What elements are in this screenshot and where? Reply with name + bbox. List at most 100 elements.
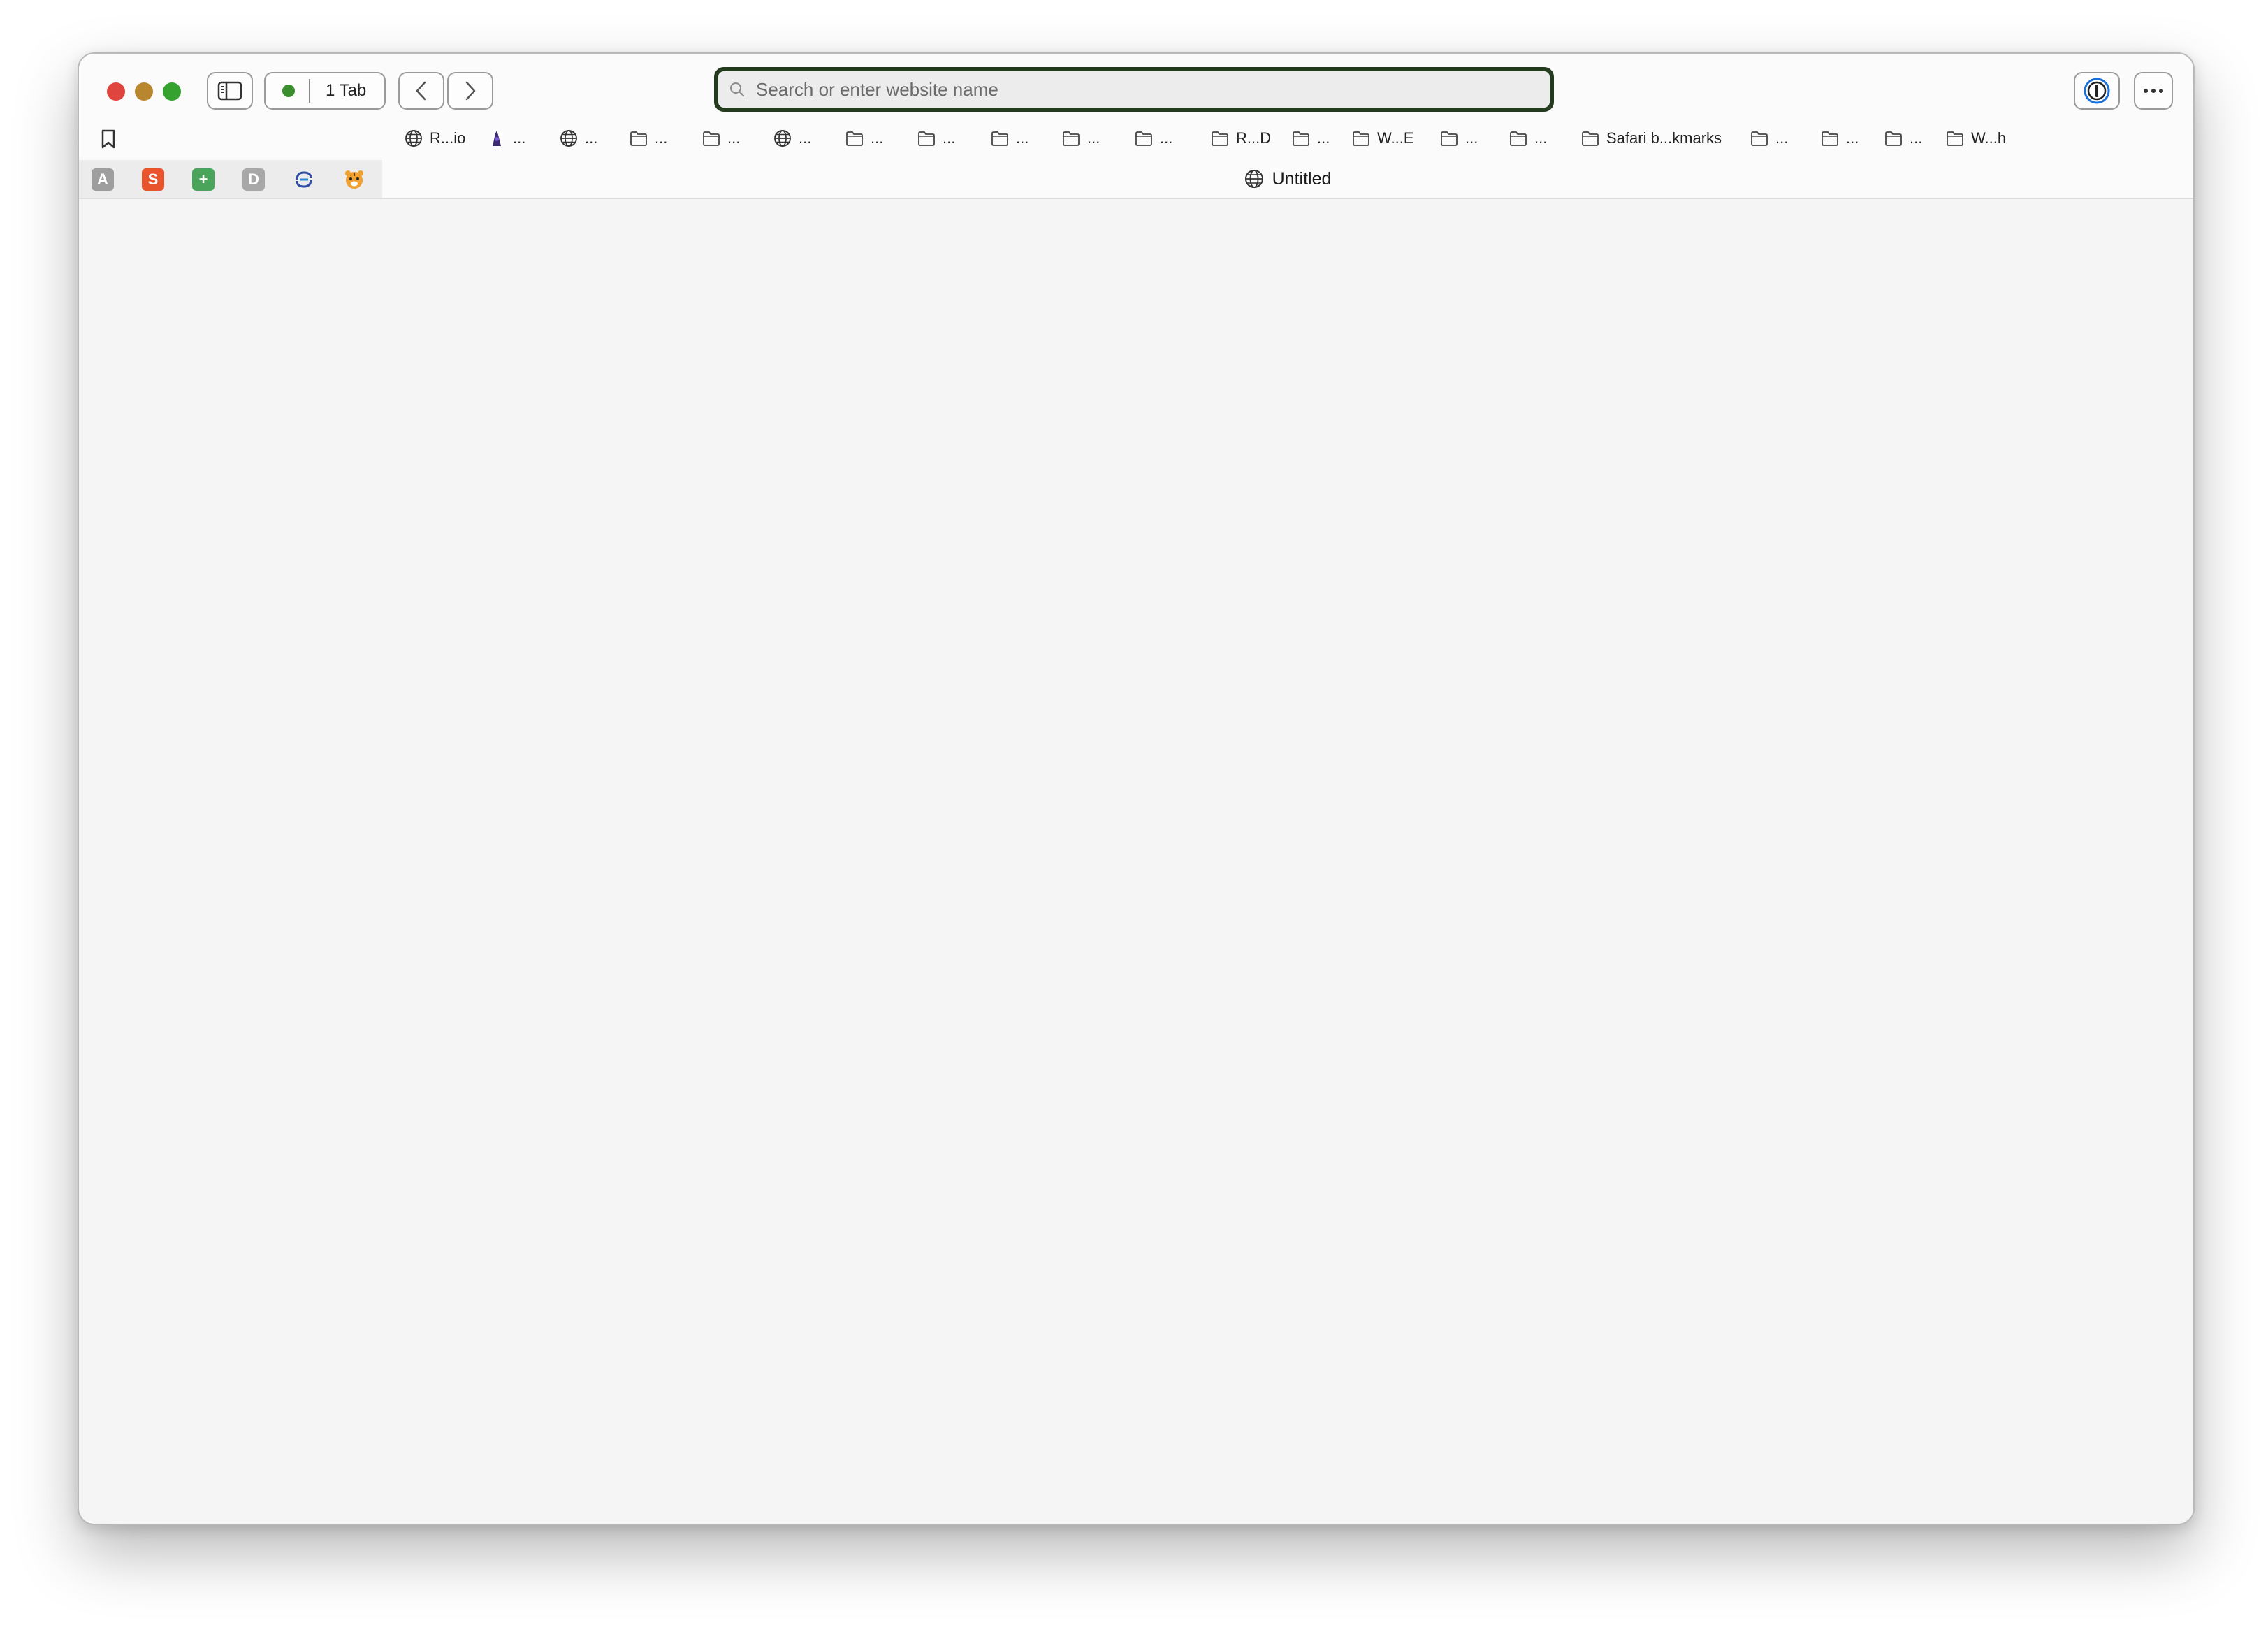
ellipsis-icon (2144, 89, 2163, 93)
folder-icon (1885, 131, 1902, 146)
bookmark-label: ... (1775, 129, 1789, 147)
tab-title: Untitled (1272, 168, 1332, 189)
bookmark-icon[interactable] (101, 129, 116, 149)
folder-icon (1510, 131, 1527, 146)
pinned-tab-tiger-icon[interactable] (343, 168, 365, 191)
bookmark-item[interactable]: Safari b...kmarks (1581, 126, 1722, 150)
folder-icon (1751, 131, 1768, 146)
minimize-window-button[interactable] (135, 82, 153, 101)
address-input[interactable] (755, 78, 1526, 101)
bookmark-label: R...io (430, 129, 466, 147)
globe-icon (774, 130, 791, 147)
back-button[interactable] (398, 72, 444, 110)
bookmark-item[interactable]: ... (1292, 126, 1330, 150)
bookmark-item[interactable]: R...io (405, 126, 465, 150)
bookmark-item[interactable]: ... (630, 126, 667, 150)
folder-icon (991, 131, 1008, 146)
tiger-icon (345, 170, 363, 189)
more-options-button[interactable] (2134, 72, 2173, 110)
bookmark-item[interactable]: ... (488, 126, 525, 150)
pinned-tab-s-logo-icon[interactable]: S (142, 168, 164, 191)
tab-count-label: 1 Tab (326, 81, 367, 100)
bookmark-item[interactable]: W...E (1352, 126, 1414, 150)
pinned-tab-swirl-logo-icon[interactable] (293, 168, 315, 191)
zoom-window-button[interactable] (163, 82, 181, 101)
forward-button[interactable] (447, 72, 493, 110)
close-window-button[interactable] (107, 82, 125, 101)
bookmark-label: Safari b...kmarks (1606, 129, 1722, 147)
letter-a-icon: A (97, 170, 108, 188)
folder-icon (1063, 131, 1080, 146)
folder-icon (1293, 131, 1309, 146)
s-logo-icon: S (147, 170, 159, 188)
bookmark-label: ... (871, 129, 884, 147)
folder-icon (1353, 131, 1369, 146)
bookmark-item[interactable]: R...D (1211, 126, 1271, 150)
folder-icon (1947, 131, 1963, 146)
bookmark-item[interactable]: ... (773, 126, 811, 150)
bookmark-item[interactable]: ... (1821, 126, 1859, 150)
divider (309, 79, 310, 103)
pinned-tab-letter-d-icon[interactable]: D (242, 168, 265, 191)
app-icon (493, 131, 501, 146)
bookmark-label: W...E (1377, 129, 1414, 147)
folder-icon (1441, 131, 1458, 146)
page-content[interactable] (79, 199, 2193, 1524)
globe-icon (560, 130, 577, 147)
bookmark-label: ... (727, 129, 741, 147)
browser-toolbar: 1 Tab Search or enter website name R...i… (79, 54, 2193, 199)
tab-group-indicator-icon (282, 85, 295, 97)
address-bar[interactable] (714, 67, 1554, 112)
letter-d-icon: D (248, 170, 259, 188)
folder-icon (1135, 131, 1152, 146)
tab-bar: A S + D Untitled (79, 160, 2193, 198)
bookmark-label: ... (585, 129, 598, 147)
bookmarks-bar: R...io.............................. R...… (79, 124, 2193, 154)
bookmark-label: ... (799, 129, 812, 147)
bookmark-label: ... (1534, 129, 1548, 147)
bookmark-label: R...D (1236, 129, 1272, 147)
bookmark-item[interactable]: ... (917, 126, 955, 150)
bookmark-label: ... (1846, 129, 1859, 147)
bookmark-label: ... (1910, 129, 1923, 147)
bookmark-item[interactable]: ... (560, 126, 597, 150)
folder-icon (630, 131, 647, 146)
folder-icon (703, 131, 720, 146)
bookmark-label: ... (943, 129, 956, 147)
chevron-left-icon (416, 81, 426, 101)
search-icon (730, 82, 745, 97)
browser-window: 1 Tab Search or enter website name R...i… (78, 52, 2195, 1525)
globe-icon (1244, 170, 1263, 188)
folder-icon (918, 131, 935, 146)
bookmark-item[interactable]: ... (702, 126, 740, 150)
folder-icon (1582, 131, 1599, 146)
bookmark-label: ... (1087, 129, 1100, 147)
tab-untitled[interactable]: Untitled (382, 160, 2193, 198)
folder-icon (1822, 131, 1838, 146)
bookmark-item[interactable]: ... (1062, 126, 1100, 150)
bookmark-label: W...h (1971, 129, 2007, 147)
bookmark-item[interactable]: ... (991, 126, 1028, 150)
sidebar-toggle-button[interactable] (207, 72, 253, 110)
sidebar-icon (217, 81, 242, 101)
bookmark-item[interactable]: ... (1135, 126, 1172, 150)
chevron-right-icon (465, 81, 476, 101)
bookmark-label: ... (1016, 129, 1029, 147)
swirl-logo-icon (296, 171, 312, 188)
pinned-tab-plus-tile-icon[interactable]: + (192, 168, 215, 191)
bookmark-item[interactable]: ... (1884, 126, 1922, 150)
tab-overview-button[interactable]: 1 Tab (264, 72, 386, 110)
pinned-tab-letter-a-icon[interactable]: A (92, 168, 114, 191)
bookmark-item[interactable]: W...h (1946, 126, 2006, 150)
folder-icon (1212, 131, 1228, 146)
bookmark-item[interactable]: ... (1440, 126, 1478, 150)
folder-icon (846, 131, 863, 146)
password-manager-icon (2084, 78, 2110, 104)
bookmark-item[interactable]: ... (845, 126, 883, 150)
plus-tile-icon: + (198, 170, 208, 188)
bookmark-label: ... (655, 129, 668, 147)
bookmark-item[interactable]: ... (1750, 126, 1788, 150)
bookmark-label: ... (1317, 129, 1330, 147)
password-manager-button[interactable] (2074, 72, 2120, 110)
bookmark-item[interactable]: ... (1509, 126, 1547, 150)
